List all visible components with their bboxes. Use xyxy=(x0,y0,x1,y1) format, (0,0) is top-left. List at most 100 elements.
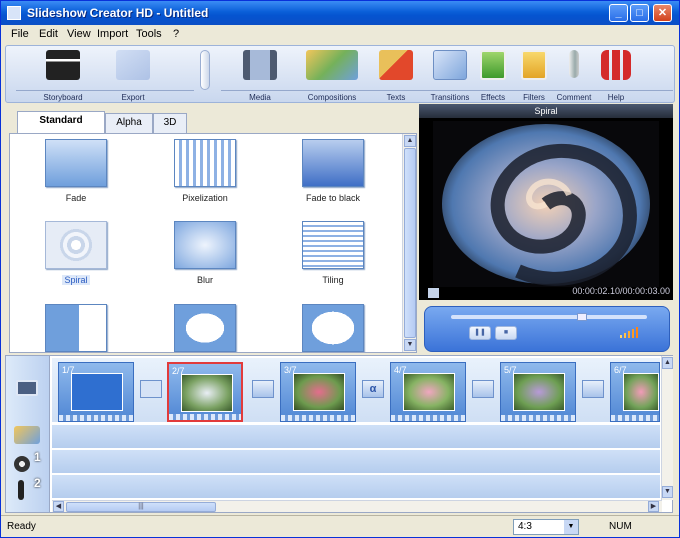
minimize-button[interactable]: _ xyxy=(609,4,628,22)
gallery-scrollbar[interactable]: ▲ ▼ xyxy=(402,134,416,352)
transition-fade-to-black[interactable]: Fade to black xyxy=(288,139,378,214)
help-icon xyxy=(601,50,631,80)
effects-button[interactable]: Effects xyxy=(470,48,516,102)
app-window: Slideshow Creator HD - Untitled _ □ ✕ Fi… xyxy=(0,0,680,538)
transition-blur[interactable]: Blur xyxy=(160,221,250,296)
slide-6[interactable]: 6/7 xyxy=(610,362,660,422)
fullscreen-icon[interactable] xyxy=(428,288,439,298)
tab-3d[interactable]: 3D xyxy=(153,113,187,133)
pixelization-thumbnail xyxy=(174,139,236,187)
timeline-scroll-down-icon[interactable]: ▼ xyxy=(662,486,673,498)
media-button[interactable]: Media xyxy=(234,48,286,102)
zoom-thumbnail xyxy=(174,304,236,352)
transition-gallery: Fade Pixelization Fade to black Spiral B… xyxy=(9,133,417,353)
media-icon xyxy=(243,50,277,80)
status-text: Ready xyxy=(7,521,36,532)
transitions-button[interactable]: Transitions xyxy=(424,48,476,102)
timeline-vertical-scrollbar[interactable]: ▲ ▼ xyxy=(661,356,673,500)
transition-category-tabs: Standard Alpha 3D xyxy=(9,111,414,133)
close-button[interactable]: ✕ xyxy=(653,4,672,22)
playback-controls: ❚❚ ■ xyxy=(424,306,670,352)
transition-expand[interactable] xyxy=(288,304,378,352)
clapperboard-icon xyxy=(46,50,80,80)
tab-standard[interactable]: Standard xyxy=(17,111,105,133)
slide-4-thumbnail xyxy=(403,373,455,411)
transition-pixelization[interactable]: Pixelization xyxy=(160,139,250,214)
slide-2[interactable]: 2/7 xyxy=(167,362,243,422)
menu-help[interactable]: ? xyxy=(173,28,179,40)
text-track[interactable] xyxy=(52,424,660,448)
expand-thumbnail xyxy=(302,304,364,352)
gallery-scroll-thumb[interactable] xyxy=(404,148,416,338)
compositions-icon xyxy=(306,50,358,80)
seek-thumb[interactable] xyxy=(577,313,588,321)
seek-bar[interactable] xyxy=(451,313,647,321)
title-bar[interactable]: Slideshow Creator HD - Untitled _ □ ✕ xyxy=(1,1,679,25)
microphone-icon xyxy=(569,50,579,78)
comment-track[interactable] xyxy=(52,474,660,498)
preview-image xyxy=(433,121,659,287)
menu-file[interactable]: File xyxy=(11,28,29,40)
transition-push[interactable] xyxy=(31,304,121,352)
blur-thumbnail xyxy=(174,221,236,269)
window-title: Slideshow Creator HD - Untitled xyxy=(27,6,209,20)
microphone-track-icon[interactable] xyxy=(18,480,24,500)
timeline-scroll-right-icon[interactable]: ▶ xyxy=(648,501,659,512)
preview-title: Spiral xyxy=(419,104,673,118)
maximize-button[interactable]: □ xyxy=(630,4,649,22)
slide-transition-2[interactable] xyxy=(252,380,274,398)
comment-button[interactable]: Comment xyxy=(552,48,596,102)
volume-icon[interactable] xyxy=(620,326,642,338)
help-button[interactable]: Help xyxy=(594,48,638,102)
slide-4[interactable]: 4/7 xyxy=(390,362,466,422)
slide-transition-5[interactable] xyxy=(582,380,604,398)
video-track-icon[interactable] xyxy=(16,380,38,396)
export-icon xyxy=(116,50,150,80)
toolbar-divider-left xyxy=(16,90,194,91)
stop-button[interactable]: ■ xyxy=(495,326,517,340)
tiling-thumbnail xyxy=(302,221,364,269)
slide-3[interactable]: 3/7 xyxy=(280,362,356,422)
menu-view[interactable]: View xyxy=(67,28,91,40)
track-number-1: 1 xyxy=(34,450,41,464)
pause-button[interactable]: ❚❚ xyxy=(469,326,491,340)
transitions-icon xyxy=(433,50,467,80)
aspect-ratio-select[interactable]: 4:3 ▼ xyxy=(513,519,579,535)
timeline-scroll-up-icon[interactable]: ▲ xyxy=(662,357,673,369)
slide-transition-1[interactable] xyxy=(140,380,162,398)
slide-1-thumbnail xyxy=(71,373,123,411)
music-track[interactable] xyxy=(52,449,660,473)
storyboard-button[interactable]: Storyboard xyxy=(26,48,100,102)
scroll-up-icon[interactable]: ▲ xyxy=(404,135,416,147)
text-icon xyxy=(379,50,413,80)
scroll-down-icon[interactable]: ▼ xyxy=(404,339,416,351)
compositions-button[interactable]: Compositions xyxy=(296,48,368,102)
spiral-thumbnail xyxy=(45,221,107,269)
music-track-icon[interactable] xyxy=(14,456,30,472)
slide-1[interactable]: 1/7 xyxy=(58,362,134,422)
slide-transition-3[interactable]: α xyxy=(362,380,384,398)
slide-6-thumbnail xyxy=(623,373,659,411)
chevron-down-icon[interactable]: ▼ xyxy=(564,520,578,534)
transition-spiral[interactable]: Spiral xyxy=(31,221,121,296)
menu-edit[interactable]: Edit xyxy=(39,28,58,40)
timeline-horizontal-scrollbar[interactable]: ◀ ||| ▶ xyxy=(52,500,662,512)
effects-icon xyxy=(480,50,506,80)
slide-transition-4[interactable] xyxy=(472,380,494,398)
texts-button[interactable]: Texts xyxy=(370,48,422,102)
menu-import[interactable]: Import xyxy=(97,28,128,40)
fade-to-black-thumbnail xyxy=(302,139,364,187)
filters-button[interactable]: Filters xyxy=(512,48,556,102)
text-track-icon[interactable] xyxy=(14,426,40,444)
menu-tools[interactable]: Tools xyxy=(136,28,162,40)
transition-tiling[interactable]: Tiling xyxy=(288,221,378,296)
timeline-scroll-thumb[interactable]: ||| xyxy=(66,502,216,512)
transition-fade[interactable]: Fade xyxy=(31,139,121,214)
transition-zoom[interactable] xyxy=(160,304,250,352)
toolbar-handle[interactable] xyxy=(194,48,216,102)
slide-5[interactable]: 5/7 xyxy=(500,362,576,422)
timeline-scroll-left-icon[interactable]: ◀ xyxy=(53,501,64,512)
export-button[interactable]: Export xyxy=(98,48,168,102)
handle-icon xyxy=(200,50,210,90)
tab-alpha[interactable]: Alpha xyxy=(105,113,153,133)
